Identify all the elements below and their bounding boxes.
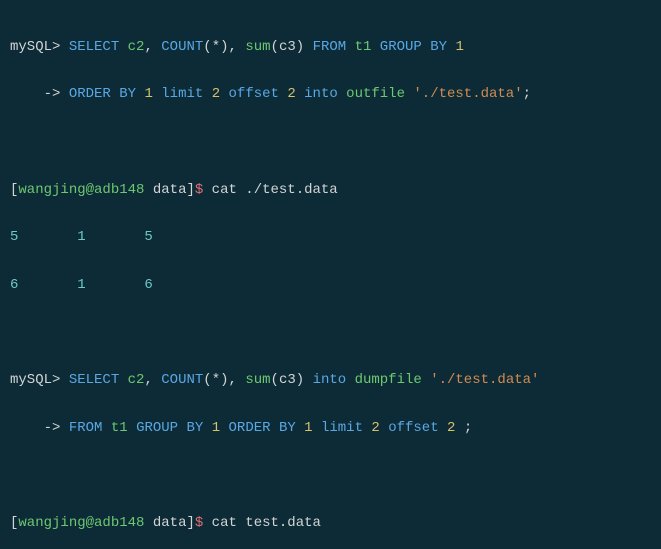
kw-dumpfile: dumpfile (355, 372, 422, 388)
blank-line (10, 464, 651, 488)
sh-cmd: cat ./test.data (203, 182, 337, 198)
kw-select: SELECT (69, 39, 119, 55)
str-path: './test.data' (413, 86, 522, 102)
sh-host: adb148 (94, 182, 144, 198)
kw-outfile: outfile (346, 86, 405, 102)
kw-offset: offset (229, 86, 279, 102)
kw-limit: limit (161, 86, 203, 102)
kw-by: BY (119, 86, 136, 102)
num: 1 (144, 86, 152, 102)
col-c2: c2 (128, 39, 145, 55)
kw-from: FROM (313, 39, 347, 55)
terminal-output: mySQL> SELECT c2, COUNT(*), sum(c3) FROM… (0, 0, 661, 549)
line-sql1-cont: -> ORDER BY 1 limit 2 offset 2 into outf… (10, 83, 651, 107)
cont-arrow: -> (10, 86, 60, 102)
mysql-prompt: mySQL> (10, 39, 60, 55)
num: 1 (455, 39, 463, 55)
kw-group: GROUP (380, 39, 422, 55)
line-sql1: mySQL> SELECT c2, COUNT(*), sum(c3) FROM… (10, 36, 651, 60)
line-shell2: [wangjing@adb148 data]$ cat test.data (10, 512, 651, 536)
fn-sum: sum (245, 39, 270, 55)
line-shell1: [wangjing@adb148 data]$ cat ./test.data (10, 179, 651, 203)
blank-line (10, 321, 651, 345)
kw-by: BY (430, 39, 447, 55)
output-row: 5 1 5 (10, 226, 651, 250)
kw-into: into (304, 86, 338, 102)
output-row: 6 1 6 (10, 274, 651, 298)
num: 2 (212, 86, 220, 102)
blank-line (10, 131, 651, 155)
kw-count: COUNT (161, 39, 203, 55)
sh-user: wangjing (18, 182, 85, 198)
mysql-prompt: mySQL> (10, 372, 60, 388)
line-sql2: mySQL> SELECT c2, COUNT(*), sum(c3) into… (10, 369, 651, 393)
num: 2 (287, 86, 295, 102)
line-sql2-cont: -> FROM t1 GROUP BY 1 ORDER BY 1 limit 2… (10, 417, 651, 441)
tbl-t1: t1 (355, 39, 372, 55)
kw-order: ORDER (69, 86, 111, 102)
sh-path: data (153, 182, 187, 198)
